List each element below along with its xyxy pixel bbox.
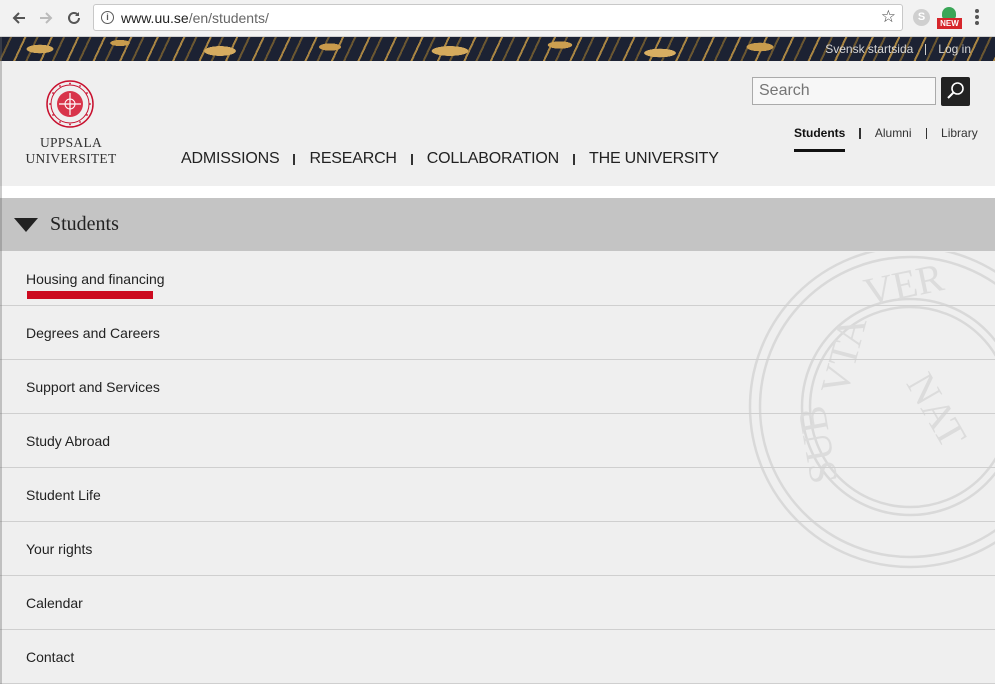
- site-header: UPPSALA UNIVERSITET Students Alumni Libr…: [0, 61, 995, 186]
- audience-tab-library[interactable]: Library: [941, 126, 978, 140]
- list-item[interactable]: Contact: [0, 630, 995, 684]
- menu-item-housing[interactable]: Housing and financing: [26, 271, 165, 287]
- skype-extension-icon[interactable]: S: [913, 9, 930, 26]
- logo-line-1: UPPSALA: [39, 135, 103, 150]
- header-divider: [0, 186, 995, 198]
- address-bar[interactable]: i www.uu.se/en/students/ ☆: [93, 4, 903, 31]
- menu-item-student-life[interactable]: Student Life: [26, 487, 101, 503]
- login-link[interactable]: Log in: [938, 42, 971, 56]
- menu-item-calendar[interactable]: Calendar: [26, 595, 83, 611]
- divider: [410, 153, 413, 165]
- students-menu: VER VTA NAT SUB Housing and financing De…: [0, 252, 995, 684]
- list-item[interactable]: Student Life: [0, 468, 995, 522]
- window-edge: [0, 37, 2, 684]
- menu-item-study-abroad[interactable]: Study Abroad: [26, 433, 110, 449]
- list-item[interactable]: Calendar: [0, 576, 995, 630]
- search-input[interactable]: [752, 77, 936, 105]
- info-icon[interactable]: i: [101, 11, 114, 24]
- nav-admissions[interactable]: ADMISSIONS: [181, 150, 280, 168]
- browser-toolbar: i www.uu.se/en/students/ ☆ S NEW: [0, 0, 995, 37]
- reload-icon[interactable]: [64, 8, 84, 28]
- swedish-homepage-link[interactable]: Svensk startsida: [825, 42, 913, 56]
- divider: [573, 153, 576, 165]
- list-item[interactable]: Degrees and Careers: [0, 306, 995, 360]
- new-badge: NEW: [937, 18, 962, 29]
- audience-nav: Students Alumni Library: [794, 114, 978, 152]
- menu-item-degrees[interactable]: Degrees and Careers: [26, 325, 160, 341]
- browser-menu-icon[interactable]: [975, 9, 979, 27]
- bookmark-star-icon[interactable]: ☆: [881, 7, 896, 27]
- main-nav: ADMISSIONS RESEARCH COLLABORATION THE UN…: [181, 150, 719, 168]
- divider: [925, 127, 928, 139]
- decorative-banner: Svensk startsida Log in: [0, 37, 995, 61]
- university-name[interactable]: UPPSALA UNIVERSITET: [20, 135, 122, 167]
- triangle-down-icon: [14, 218, 38, 232]
- nav-collaboration[interactable]: COLLABORATION: [427, 150, 559, 168]
- forward-arrow-icon[interactable]: [36, 8, 56, 28]
- menu-item-contact[interactable]: Contact: [26, 649, 74, 665]
- url-path: /en/students/: [188, 10, 269, 26]
- nav-the-university[interactable]: THE UNIVERSITY: [589, 150, 719, 168]
- audience-tab-students[interactable]: Students: [794, 126, 846, 152]
- menu-item-support[interactable]: Support and Services: [26, 379, 160, 395]
- search-button[interactable]: [941, 77, 970, 106]
- active-indicator: [27, 291, 153, 299]
- divider: [293, 153, 296, 165]
- new-extension-icon[interactable]: NEW: [937, 7, 962, 30]
- url-host: www.uu.se: [121, 10, 189, 26]
- back-arrow-icon[interactable]: [9, 8, 29, 28]
- list-item[interactable]: Housing and financing: [0, 252, 995, 306]
- logo-line-2: UNIVERSITET: [25, 151, 117, 166]
- divider: [925, 43, 927, 55]
- menu-item-your-rights[interactable]: Your rights: [26, 541, 92, 557]
- nav-research[interactable]: RESEARCH: [309, 150, 397, 168]
- students-section-toggle[interactable]: Students: [0, 198, 995, 251]
- search-icon: [947, 82, 964, 99]
- list-item[interactable]: Your rights: [0, 522, 995, 576]
- university-seal-icon[interactable]: [46, 80, 94, 128]
- divider: [859, 127, 861, 139]
- audience-tab-alumni[interactable]: Alumni: [875, 126, 912, 140]
- list-item[interactable]: Study Abroad: [0, 414, 995, 468]
- section-title: Students: [50, 213, 119, 235]
- url-text: www.uu.se/en/students/: [121, 10, 269, 26]
- list-item[interactable]: Support and Services: [0, 360, 995, 414]
